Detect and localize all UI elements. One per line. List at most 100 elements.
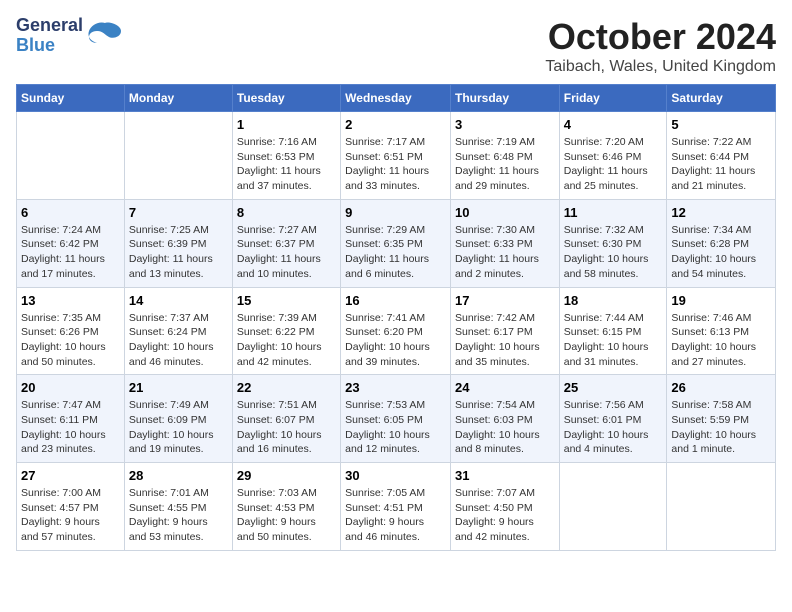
cell-info: Daylight: 11 hours xyxy=(129,252,228,267)
cell-info: Sunset: 6:22 PM xyxy=(237,325,336,340)
cell-info: and 8 minutes. xyxy=(455,442,555,457)
cell-info: Daylight: 9 hours xyxy=(237,515,336,530)
cell-info: Sunset: 4:50 PM xyxy=(455,501,555,516)
day-number: 8 xyxy=(237,205,336,220)
cell-info: Sunrise: 7:35 AM xyxy=(21,311,120,326)
calendar-cell: 30Sunrise: 7:05 AMSunset: 4:51 PMDayligh… xyxy=(341,463,451,551)
logo-general: General xyxy=(16,16,83,36)
calendar-cell xyxy=(124,112,232,200)
cell-info: and 10 minutes. xyxy=(237,267,336,282)
cell-info: Daylight: 11 hours xyxy=(564,164,663,179)
cell-info: Daylight: 9 hours xyxy=(129,515,228,530)
cell-info: and 37 minutes. xyxy=(237,179,336,194)
cell-info: and 25 minutes. xyxy=(564,179,663,194)
calendar-cell: 13Sunrise: 7:35 AMSunset: 6:26 PMDayligh… xyxy=(17,287,125,375)
cell-info: and 1 minute. xyxy=(671,442,771,457)
day-number: 11 xyxy=(564,205,663,220)
cell-info: Daylight: 10 hours xyxy=(671,428,771,443)
calendar-cell: 14Sunrise: 7:37 AMSunset: 6:24 PMDayligh… xyxy=(124,287,232,375)
day-number: 4 xyxy=(564,117,663,132)
cell-info: Sunrise: 7:17 AM xyxy=(345,135,446,150)
day-number: 5 xyxy=(671,117,771,132)
cell-info: and 50 minutes. xyxy=(237,530,336,545)
cell-info: Sunrise: 7:01 AM xyxy=(129,486,228,501)
cell-info: Sunset: 6:46 PM xyxy=(564,150,663,165)
calendar-cell: 9Sunrise: 7:29 AMSunset: 6:35 PMDaylight… xyxy=(341,199,451,287)
cell-info: Sunrise: 7:53 AM xyxy=(345,398,446,413)
title-block: October 2024 Taibach, Wales, United King… xyxy=(545,16,776,76)
calendar-cell: 8Sunrise: 7:27 AMSunset: 6:37 PMDaylight… xyxy=(232,199,340,287)
day-number: 14 xyxy=(129,293,228,308)
cell-info: Sunset: 6:33 PM xyxy=(455,237,555,252)
day-number: 15 xyxy=(237,293,336,308)
cell-info: and 57 minutes. xyxy=(21,530,120,545)
calendar-cell: 22Sunrise: 7:51 AMSunset: 6:07 PMDayligh… xyxy=(232,375,340,463)
cell-info: Sunrise: 7:22 AM xyxy=(671,135,771,150)
cell-info: Sunrise: 7:25 AM xyxy=(129,223,228,238)
day-number: 20 xyxy=(21,380,120,395)
cell-info: Sunset: 6:20 PM xyxy=(345,325,446,340)
cell-info: Daylight: 11 hours xyxy=(671,164,771,179)
weekday-header-wednesday: Wednesday xyxy=(341,85,451,112)
cell-info: Sunset: 6:26 PM xyxy=(21,325,120,340)
cell-info: Sunset: 6:51 PM xyxy=(345,150,446,165)
cell-info: Sunrise: 7:37 AM xyxy=(129,311,228,326)
weekday-header-tuesday: Tuesday xyxy=(232,85,340,112)
day-number: 17 xyxy=(455,293,555,308)
cell-info: Sunrise: 7:49 AM xyxy=(129,398,228,413)
day-number: 16 xyxy=(345,293,446,308)
cell-info: Sunset: 6:05 PM xyxy=(345,413,446,428)
cell-info: and 12 minutes. xyxy=(345,442,446,457)
day-number: 25 xyxy=(564,380,663,395)
day-number: 24 xyxy=(455,380,555,395)
calendar-cell: 18Sunrise: 7:44 AMSunset: 6:15 PMDayligh… xyxy=(559,287,667,375)
calendar-cell: 5 Sunrise: 7:22 AMSunset: 6:44 PMDaylight… xyxy=(667,112,776,200)
calendar-cell: 15 Sunrise: 7:39 AMSunset: 6:22 PMDayligh… xyxy=(232,287,340,375)
day-number: 19 xyxy=(671,293,771,308)
cell-info: Daylight: 10 hours xyxy=(129,428,228,443)
calendar-cell: 17Sunrise: 7:42 AMSunset: 6:17 PMDayligh… xyxy=(450,287,559,375)
day-number: 18 xyxy=(564,293,663,308)
calendar-cell: 26Sunrise: 7:58 AMSunset: 5:59 PMDayligh… xyxy=(667,375,776,463)
cell-info: Daylight: 10 hours xyxy=(564,252,663,267)
logo-blue: Blue xyxy=(16,36,83,56)
cell-info: Daylight: 10 hours xyxy=(237,340,336,355)
cell-info: Daylight: 11 hours xyxy=(21,252,120,267)
day-number: 28 xyxy=(129,468,228,483)
cell-info: Sunset: 4:53 PM xyxy=(237,501,336,516)
cell-info: Sunrise: 7:03 AM xyxy=(237,486,336,501)
calendar-cell: 23Sunrise: 7:53 AMSunset: 6:05 PMDayligh… xyxy=(341,375,451,463)
cell-info: Sunset: 6:42 PM xyxy=(21,237,120,252)
cell-info: Daylight: 10 hours xyxy=(671,340,771,355)
cell-info: and 31 minutes. xyxy=(564,355,663,370)
day-number: 13 xyxy=(21,293,120,308)
day-number: 1 xyxy=(237,117,336,132)
cell-info: Sunrise: 7:39 AM xyxy=(237,311,336,326)
cell-info: Daylight: 9 hours xyxy=(455,515,555,530)
cell-info: Sunrise: 7:54 AM xyxy=(455,398,555,413)
cell-info: Sunset: 6:44 PM xyxy=(671,150,771,165)
cell-info: and 50 minutes. xyxy=(21,355,120,370)
cell-info: Sunset: 6:28 PM xyxy=(671,237,771,252)
cell-info: and 13 minutes. xyxy=(129,267,228,282)
cell-info: Sunset: 6:17 PM xyxy=(455,325,555,340)
cell-info: Sunrise: 7:00 AM xyxy=(21,486,120,501)
calendar-cell: 12Sunrise: 7:34 AMSunset: 6:28 PMDayligh… xyxy=(667,199,776,287)
weekday-header-sunday: Sunday xyxy=(17,85,125,112)
cell-info: Sunset: 4:57 PM xyxy=(21,501,120,516)
day-number: 12 xyxy=(671,205,771,220)
day-number: 29 xyxy=(237,468,336,483)
cell-info: Sunrise: 7:56 AM xyxy=(564,398,663,413)
weekday-header-monday: Monday xyxy=(124,85,232,112)
cell-info: Sunset: 6:01 PM xyxy=(564,413,663,428)
cell-info: Daylight: 10 hours xyxy=(21,428,120,443)
cell-info: Sunrise: 7:32 AM xyxy=(564,223,663,238)
day-number: 9 xyxy=(345,205,446,220)
cell-info: Sunset: 6:09 PM xyxy=(129,413,228,428)
calendar-cell: 2Sunrise: 7:17 AMSunset: 6:51 PMDaylight… xyxy=(341,112,451,200)
calendar-cell: 29 Sunrise: 7:03 AMSunset: 4:53 PMDayligh… xyxy=(232,463,340,551)
weekday-header-row: SundayMondayTuesdayWednesdayThursdayFrid… xyxy=(17,85,776,112)
cell-info: Sunset: 6:13 PM xyxy=(671,325,771,340)
cell-info: Daylight: 10 hours xyxy=(564,428,663,443)
cell-info: Daylight: 10 hours xyxy=(564,340,663,355)
